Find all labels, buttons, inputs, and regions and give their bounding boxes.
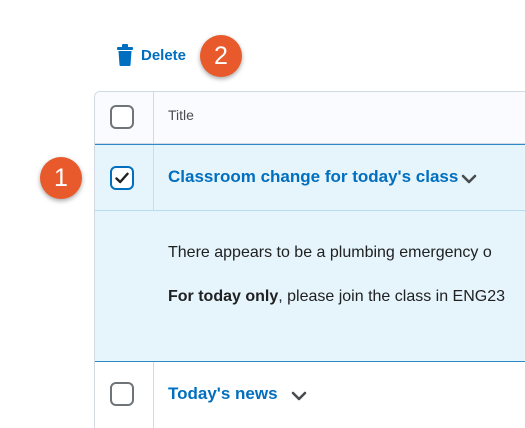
table-row: Today's news xyxy=(95,362,525,428)
delete-label: Delete xyxy=(141,46,187,64)
announcement-body: There appears to be a plumbing emergency… xyxy=(95,211,525,362)
checkmark-icon xyxy=(115,172,129,184)
column-divider xyxy=(153,92,154,144)
announcement-title-link[interactable]: Today's news xyxy=(168,384,278,404)
column-divider xyxy=(153,362,154,428)
table-header-row: Title xyxy=(95,92,525,144)
chevron-down-icon[interactable] xyxy=(291,391,307,401)
row-checkbox-checked[interactable] xyxy=(110,166,134,190)
delete-button[interactable]: Delete xyxy=(117,43,186,67)
table-row-selected: Classroom change for today's class xyxy=(95,144,525,211)
select-all-checkbox[interactable] xyxy=(110,105,134,129)
callout-badge-1: 1 xyxy=(40,157,82,199)
announcement-body-text: There appears to be a plumbing emergency… xyxy=(168,244,492,261)
body-rest: , please join the class in ENG23 xyxy=(278,288,506,305)
column-divider xyxy=(153,145,154,211)
chevron-down-icon[interactable] xyxy=(461,174,477,184)
announcement-body-text-2: For today only, please join the class in… xyxy=(168,288,505,306)
bold-phrase: For today only xyxy=(168,288,279,305)
trash-icon xyxy=(117,44,133,66)
announcement-title-link[interactable]: Classroom change for today's class xyxy=(168,167,458,187)
announcements-page: Delete 2 Title Classroom change for toda… xyxy=(0,0,525,428)
title-column-header: Title xyxy=(168,107,194,123)
row-checkbox[interactable] xyxy=(110,382,134,406)
announcements-table: Title Classroom change for today's class… xyxy=(94,91,525,428)
callout-badge-2: 2 xyxy=(200,35,242,77)
